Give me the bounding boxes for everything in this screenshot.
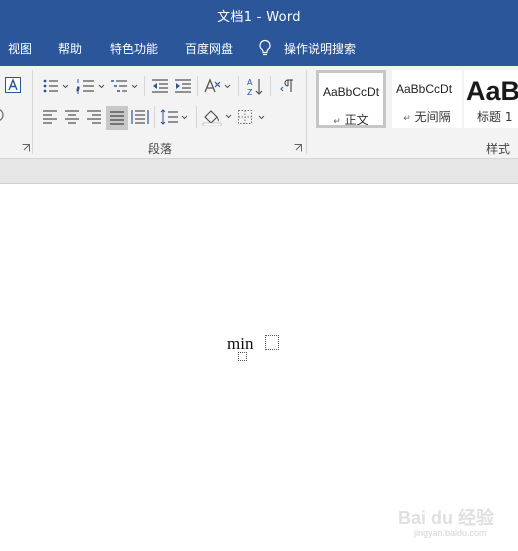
font-dialog-launcher-icon[interactable] bbox=[22, 144, 30, 152]
style-no-spacing[interactable]: AaBbCcDt ↵ 无间隔 bbox=[392, 70, 462, 128]
equation-min-text[interactable]: min bbox=[227, 334, 253, 354]
watermark-url: jingyan.baidu.com bbox=[414, 528, 487, 538]
tab-help[interactable]: 帮助 bbox=[58, 40, 82, 57]
align-left-icon bbox=[43, 110, 57, 124]
justify-button[interactable] bbox=[106, 106, 128, 130]
baidu-watermark: Bai du 经验 bbox=[398, 508, 495, 528]
increase-indent-button[interactable] bbox=[173, 76, 193, 96]
ribbon: A Z 段落 AaBbCcDt ↵ 正文 AaBbCcDt ↵ 无间隔 AaB … bbox=[0, 66, 518, 159]
distributed-icon bbox=[131, 110, 149, 124]
style-name: ↵ 无间隔 bbox=[403, 110, 451, 124]
tab-view[interactable]: 视图 bbox=[8, 40, 32, 57]
divider bbox=[197, 76, 198, 96]
window-title: 文档1 - Word bbox=[217, 10, 301, 25]
justify-icon bbox=[110, 111, 124, 125]
bullets-button[interactable] bbox=[42, 76, 70, 96]
align-left-button[interactable] bbox=[41, 106, 59, 128]
multilevel-list-icon bbox=[111, 80, 138, 92]
divider bbox=[238, 76, 239, 96]
tab-special-features[interactable]: 特色功能 bbox=[110, 40, 158, 57]
show-formatting-marks-button[interactable] bbox=[278, 76, 298, 96]
style-name: ↵ 正文 bbox=[333, 113, 369, 127]
title-bar: 文档1 - Word bbox=[0, 0, 518, 30]
group-separator bbox=[306, 70, 307, 154]
bullet-list-icon bbox=[43, 79, 69, 93]
text-box-a-icon bbox=[5, 77, 21, 93]
document-page[interactable]: min Bai du 经验 jingyan.baidu.com bbox=[0, 184, 518, 551]
decrease-indent-icon bbox=[152, 79, 168, 93]
lightbulb-icon bbox=[259, 39, 271, 56]
line-spacing-icon bbox=[160, 109, 188, 125]
style-sample-text: AaBbCcDt bbox=[396, 82, 453, 96]
styles-group-label: 样式 bbox=[486, 142, 511, 156]
style-sample-text: AaBbCcDt bbox=[323, 85, 380, 99]
align-right-icon bbox=[87, 110, 101, 124]
svg-text:A: A bbox=[247, 78, 253, 87]
circle-icon bbox=[0, 109, 4, 121]
style-sample-text: AaB bbox=[466, 76, 518, 106]
equation-placeholder-box[interactable] bbox=[265, 335, 279, 350]
divider bbox=[270, 76, 271, 96]
line-spacing-button[interactable] bbox=[160, 106, 190, 128]
distributed-button[interactable] bbox=[130, 106, 150, 128]
chinese-layout-icon bbox=[204, 78, 231, 93]
align-center-button[interactable] bbox=[63, 106, 81, 128]
chinese-layout-button[interactable] bbox=[203, 76, 233, 96]
decrease-indent-button[interactable] bbox=[150, 76, 170, 96]
align-center-icon bbox=[65, 110, 79, 124]
text-effects-button[interactable] bbox=[4, 76, 22, 94]
style-heading-1[interactable]: AaB 标题 1 bbox=[464, 70, 518, 128]
svg-text:Z: Z bbox=[247, 88, 253, 97]
increase-indent-icon bbox=[175, 79, 191, 93]
borders-icon bbox=[238, 110, 265, 124]
align-right-button[interactable] bbox=[85, 106, 103, 128]
divider bbox=[196, 106, 197, 128]
divider bbox=[154, 106, 155, 128]
group-separator bbox=[32, 70, 33, 154]
tell-me-search[interactable]: 操作说明搜索 bbox=[258, 36, 356, 60]
ribbon-tabs: 视图 帮助 特色功能 百度网盘 操作说明搜索 bbox=[0, 30, 518, 66]
search-label: 操作说明搜索 bbox=[284, 41, 357, 56]
ruler-strip bbox=[0, 159, 518, 184]
numbering-button[interactable] bbox=[76, 76, 106, 96]
numbered-list-icon bbox=[76, 79, 105, 94]
tab-baidu-netdisk[interactable]: 百度网盘 bbox=[185, 40, 233, 57]
paragraph-dialog-launcher-icon[interactable] bbox=[294, 144, 302, 152]
borders-button[interactable] bbox=[237, 106, 269, 128]
equation-subscript-placeholder[interactable] bbox=[238, 352, 247, 361]
style-normal[interactable]: AaBbCcDt ↵ 正文 bbox=[316, 70, 386, 128]
sort-az-icon: A Z bbox=[247, 78, 263, 97]
paragraph-mark-icon bbox=[280, 79, 293, 92]
paint-bucket-icon bbox=[202, 110, 232, 126]
multilevel-list-button[interactable] bbox=[110, 76, 140, 96]
sort-button[interactable]: A Z bbox=[245, 76, 265, 98]
enclose-char-button[interactable] bbox=[0, 106, 8, 124]
style-name: 标题 1 bbox=[477, 110, 513, 124]
divider bbox=[144, 76, 145, 96]
paragraph-group-label: 段落 bbox=[148, 142, 173, 156]
shading-button[interactable] bbox=[202, 106, 234, 128]
